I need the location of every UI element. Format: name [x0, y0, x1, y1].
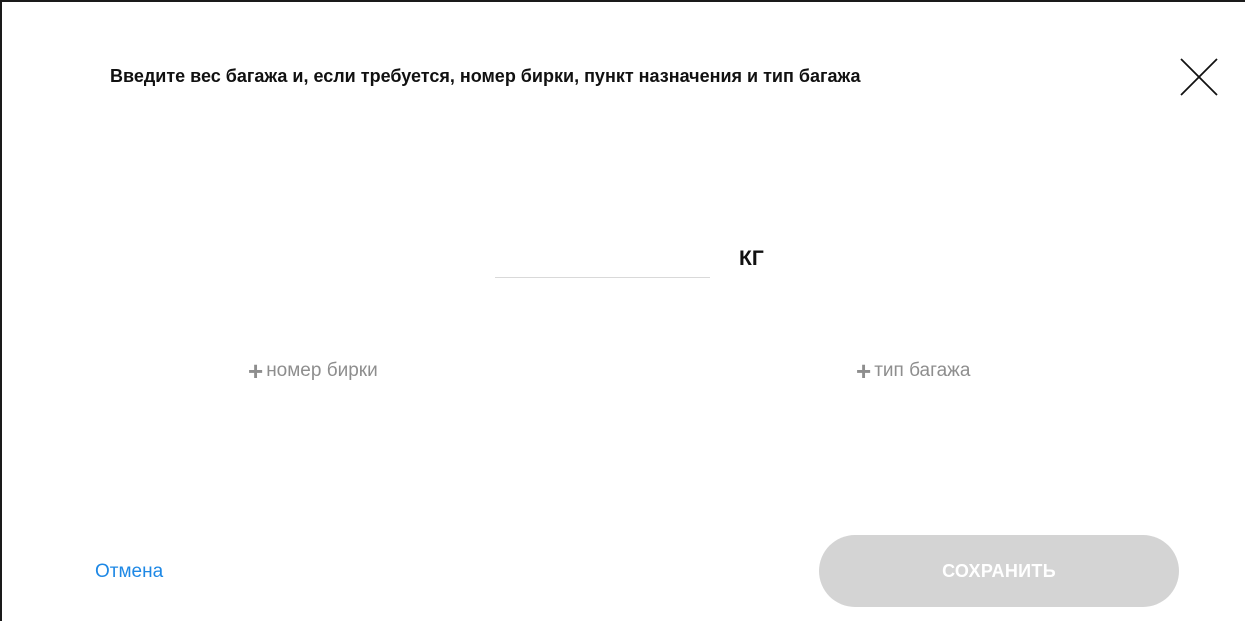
add-tag-number-link[interactable]: + номер бирки: [248, 358, 378, 384]
weight-input[interactable]: [495, 238, 710, 278]
save-button[interactable]: СОХРАНИТЬ: [819, 535, 1179, 607]
close-icon: [1180, 58, 1218, 96]
add-baggage-type-label: тип багажа: [874, 360, 971, 381]
plus-icon: +: [248, 356, 264, 386]
add-tag-number-label: номер бирки: [266, 360, 378, 381]
close-button[interactable]: [1178, 56, 1220, 98]
weight-unit-label: КГ: [739, 247, 764, 270]
plus-icon: +: [856, 356, 872, 386]
add-baggage-type-link[interactable]: + тип багажа: [856, 358, 970, 384]
dialog-title: Введите вес багажа и, если требуется, но…: [110, 66, 861, 86]
cancel-link[interactable]: Отмена: [95, 561, 163, 583]
baggage-dialog: Введите вес багажа и, если требуется, но…: [0, 0, 1245, 621]
